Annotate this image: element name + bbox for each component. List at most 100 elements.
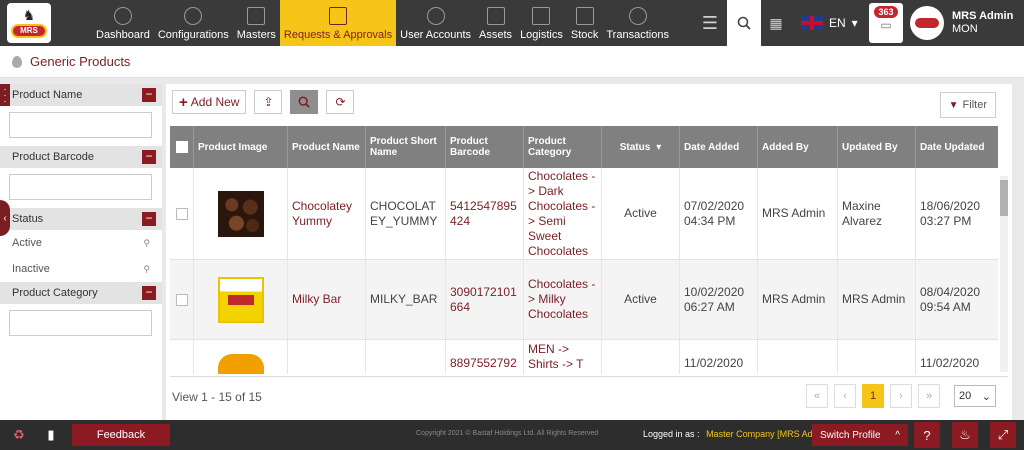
logged-in-info: Logged in as : Master Company [MRS Admin… [643,429,830,439]
page-title: Generic Products [30,54,131,69]
date-added: 11/02/2020 [680,340,758,374]
collapse-icon[interactable]: − [142,212,156,226]
status-value: Active [602,168,680,259]
select-all-checkbox[interactable] [175,141,188,153]
search-icon [298,96,311,108]
search-toggle-button[interactable] [290,90,319,114]
nav-stock[interactable]: Stock [567,0,603,46]
col-date-updated[interactable]: Date Updated [916,126,992,168]
product-barcode: 5412547895 424 [446,168,524,259]
factory-icon [486,7,505,25]
col-product-name[interactable]: Product Name [288,126,366,168]
col-added-by[interactable]: Added By [758,126,838,168]
next-page-button[interactable]: › [890,384,912,408]
bell-icon: ▭ [880,18,892,32]
row-checkbox[interactable] [175,207,188,220]
refresh-button[interactable]: ⟳ [326,90,355,114]
notifications-button[interactable]: 363 ▭ [869,3,903,43]
filter-button[interactable]: ▼ Filter [939,92,996,118]
nav-requests-approvals[interactable]: Requests & Approvals [279,0,397,46]
scrollbar-thumb[interactable] [1000,180,1008,216]
grid-toolbar: + Add New ⇪ ⟳ [172,90,355,114]
nav-assets[interactable]: Assets [475,0,516,46]
language-code: EN [829,16,846,30]
product-short-name: MILKY_BAR [366,260,446,339]
row-checkbox[interactable] [175,293,188,306]
nav-configurations[interactable]: Configurations [154,0,233,46]
select-all-checkbox-cell[interactable] [170,126,194,168]
status-value: Active [602,260,680,339]
col-status[interactable]: Status ▾ [602,126,680,168]
search-icon [737,16,751,30]
chevron-up-icon: ^ [895,429,900,441]
nav-user-accounts[interactable]: User Accounts [396,0,475,46]
col-product-short-name[interactable]: Product Short Name [366,126,446,168]
global-search-button[interactable] [727,0,761,46]
nav-dashboard[interactable]: Dashboard [92,0,154,46]
page-size-select[interactable]: 20 ⌄ [954,385,996,407]
prev-page-button[interactable]: ‹ [834,384,856,408]
last-page-button[interactable]: » [918,384,940,408]
date-updated: 11/02/2020 [920,356,980,370]
collapse-icon[interactable]: − [142,286,156,300]
copyright-text: Copyright 2021 © Bastaf Holdings Ltd. Al… [416,430,599,437]
search-icon: ⚲ [143,263,150,274]
updated-by: MRS Admin [838,260,916,339]
filter-product-barcode-header: Product Barcode − [0,146,162,168]
status-option-active[interactable]: Active ⚲ [0,230,162,256]
feedback-button[interactable]: Feedback [72,424,170,446]
date-updated: 18/06/2020 03:27 PM [920,198,981,228]
add-new-button[interactable]: + Add New [172,90,247,114]
table-row[interactable]: 8897552792 MEN -> Shirts -> T 11/02/2020… [170,340,998,374]
table-row[interactable]: Milky Bar MILKY_BAR 3090172101 664 Choco… [170,260,998,340]
bookmark-icon[interactable]: ▮ [40,424,62,446]
col-product-image[interactable]: Product Image [194,126,288,168]
product-name-link[interactable] [288,340,366,374]
collapse-icon[interactable]: − [142,88,156,102]
col-product-barcode[interactable]: Product Barcode [446,126,524,168]
added-by: MRS Admin [758,260,838,339]
bottom-bar: ♻ ▮ Feedback Copyright 2021 © Bastaf Hol… [0,420,1024,450]
apps-grid-icon[interactable]: ▦ [761,0,791,46]
hamburger-menu-icon[interactable]: ☰ [693,0,727,46]
switch-profile-button[interactable]: Switch Profile ^ [812,424,908,446]
logo-text: MRS [11,24,47,38]
col-updated-by[interactable]: Updated By [838,126,916,168]
collapse-sidebar-arrow[interactable]: ‹ [0,200,10,236]
app-logo[interactable]: ♞ MRS [0,0,58,46]
filter-sidebar: Product Name − Product Barcode − Status … [0,84,162,420]
product-barcode-input[interactable] [9,174,152,200]
fullscreen-icon[interactable]: ⤢ [990,422,1016,448]
nav-transactions[interactable]: Transactions [602,0,673,46]
user-menu[interactable]: MRS Admin MON [904,0,1024,46]
product-name-link[interactable]: Chocolatey Yummy [288,168,366,259]
nav-logistics[interactable]: Logistics [516,0,567,46]
product-name-input[interactable] [9,112,152,138]
product-category-input[interactable] [9,310,152,336]
funnel-icon[interactable]: ▾ [656,142,661,153]
dashboard-icon [113,7,132,25]
language-selector[interactable]: EN ▾ [795,0,867,46]
status-value [602,340,680,374]
fire-icon[interactable]: ♨ [952,422,978,448]
records-count: View 1 - 15 of 15 [172,389,262,404]
table-vertical-scrollbar[interactable] [1000,176,1008,372]
pagination: « ‹ 1 › » 20 ⌄ [806,384,996,408]
collapse-icon[interactable]: − [142,150,156,164]
product-short-name [366,340,446,374]
table-row[interactable]: Chocolatey Yummy CHOCOLAT EY_YUMMY 54125… [170,168,998,260]
search-icon: ⚲ [143,237,150,248]
help-icon[interactable]: ? [914,422,940,448]
current-page[interactable]: 1 [862,384,884,408]
sidebar-options-handle[interactable]: · · · [0,84,10,107]
stack-icon [575,7,594,25]
product-name-link[interactable]: Milky Bar [288,260,366,339]
status-option-inactive[interactable]: Inactive ⚲ [0,256,162,282]
export-button[interactable]: ⇪ [254,90,283,114]
user-org: MON [952,23,978,35]
recycle-icon[interactable]: ♻ [8,424,30,446]
nav-masters[interactable]: Masters [233,0,280,46]
col-date-added[interactable]: Date Added [680,126,758,168]
col-product-category[interactable]: Product Category [524,126,602,168]
first-page-button[interactable]: « [806,384,828,408]
